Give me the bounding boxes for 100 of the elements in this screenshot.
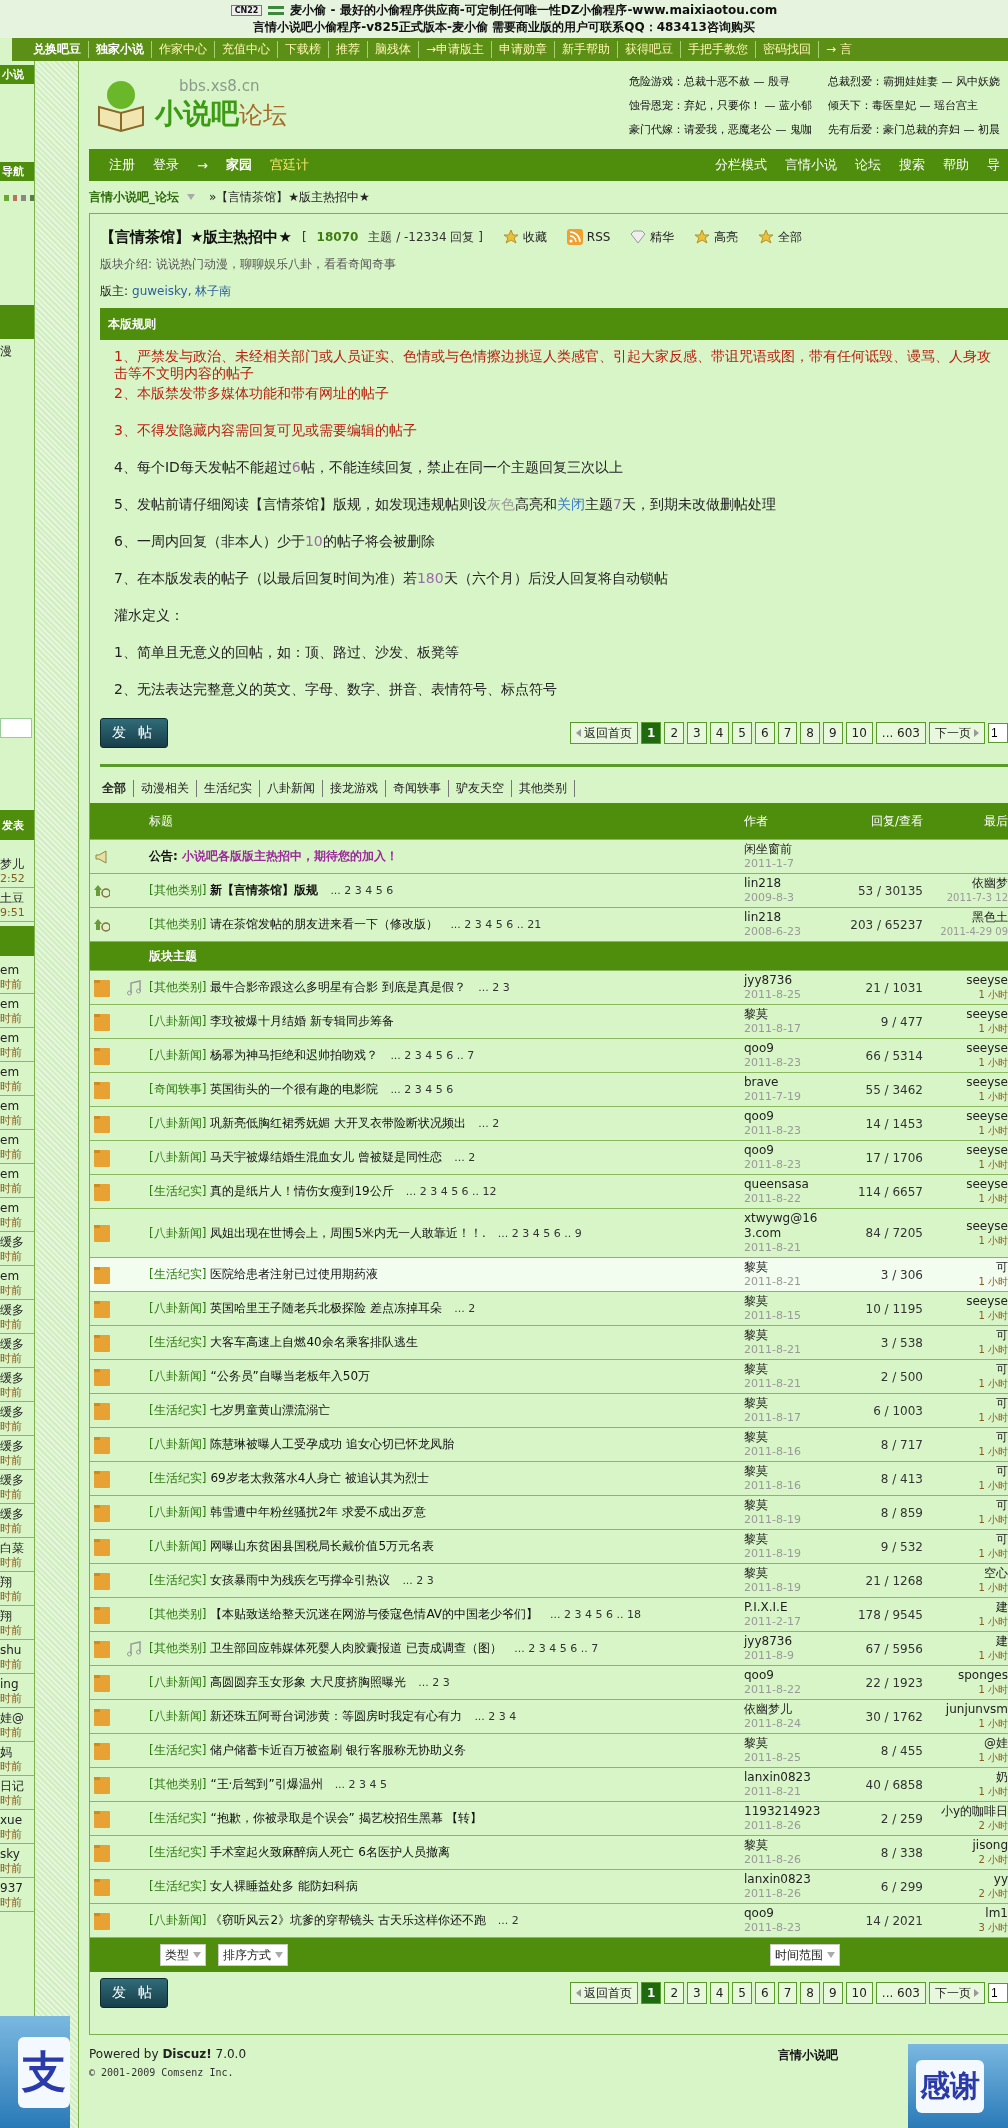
page-links[interactable]: ... 2 3 4 5 6 .. 7 [390,1049,475,1062]
page-link[interactable]: 10 [845,1982,873,2004]
thread-row[interactable]: [生活纪实] “抱歉，你被录取是个误会” 揭艺校招生黑幕 【转】 1193214923 2011-8-26 2 / 259 小y的咖啡日 2 小时 [90,1802,1008,1836]
sidebar-item-name[interactable]: em [0,1166,34,1182]
thread-row[interactable]: [八卦新闻] 英国哈里王子随老兵北极探险 差点冻掉耳朵 ... 2 黎莫 2011-8-15 10 / 1195 seeyse 1 小时 [90,1292,1008,1326]
category-link[interactable]: [八卦新闻] [149,1436,207,1453]
thread-title-link[interactable]: 卫生部回应韩媒体死婴人肉胶囊报道 已责成调查（图） [210,1640,503,1657]
category-link[interactable]: [八卦新闻] [149,1149,207,1166]
page-link[interactable]: 6 [755,1982,775,2004]
last-poster-link[interactable]: sponges [957,1668,1008,1683]
top-nav-link[interactable]: 脑残体 [367,41,418,58]
thread-title-link[interactable]: “抱歉，你被录取是个误会” 揭艺校招生黑幕 【转】 [210,1810,483,1827]
filter-dropdown[interactable]: 时间范围 [770,1944,840,1966]
sidebar-post-box[interactable]: 发表 [0,810,34,840]
last-poster-link[interactable]: 依幽梦 [972,876,1008,891]
page-link[interactable]: 3 [687,722,707,744]
promo-link[interactable]: 豪门代嫁：请爱我，恶魔老公 — 鬼咖 [629,121,812,137]
thread-row[interactable]: [八卦新闻] 李玟被爆十月结婚 新专辑同步筹备 黎莫 2011-8-17 9 / 477 seeyse 1 小时 [90,1005,1008,1039]
sidebar-item-name[interactable]: em [0,1064,34,1080]
back-home-link[interactable]: 返回首页 [570,722,639,744]
last-poster-link[interactable]: jisong [972,1838,1008,1853]
nav-link[interactable]: 注册 [109,156,135,174]
page-link[interactable]: 7 [777,722,798,744]
author-link[interactable]: P.I.X.I.E [744,1600,788,1615]
forum-action-link[interactable]: 收藏 [502,228,547,246]
promo-link[interactable]: 蚀骨恩宠：弃妃，只要你！ — 蓝小郁 [629,97,812,113]
forum-action-link[interactable]: 全部 [758,228,803,246]
category-link[interactable]: [八卦新闻] [149,1224,207,1242]
last-poster-link[interactable]: 建 [996,1600,1008,1615]
thread-row[interactable]: [生活纪实] 女人裸睡益处多 能防妇科病 lanxin0823 2011-8-26 6 / 299 yy 2 小时 [90,1870,1008,1904]
announcement-link[interactable]: 小说吧各版版主热招中，期待您的加入！ [181,848,398,865]
author-link[interactable]: 黎莫 [744,1498,768,1513]
top-nav-link[interactable]: 独家小说 [88,41,151,58]
author-link[interactable]: 黎莫 [744,1007,768,1022]
category-filter-tab[interactable]: 八卦新闻 [260,779,323,797]
page-link[interactable]: 4 [709,1982,730,2004]
thread-title-link[interactable]: 英国街头的一个很有趣的电影院 [210,1081,379,1098]
page-links[interactable]: ... 2 [454,1151,476,1164]
nav-link[interactable]: 论坛 [855,156,881,174]
last-poster-link[interactable]: 可 [996,1532,1008,1547]
next-page-link[interactable]: 下一页 [929,1982,985,2004]
author-link[interactable]: 黎莫 [744,1464,768,1479]
sidebar-item-name[interactable]: ing [0,1676,34,1692]
sidebar-item-name[interactable]: 娃@ [0,1710,34,1726]
thread-title-link[interactable]: 巩新亮低胸红裙秀妩媚 大开叉衣带险断状况频出 [210,1115,467,1132]
thread-title-link[interactable]: 英国哈里王子随老兵北极探险 差点冻掉耳朵 [210,1300,443,1317]
top-nav-link[interactable]: 作家中心 [151,41,214,58]
page-links[interactable]: ... 2 3 4 5 6 .. 7 [514,1642,599,1655]
page-links[interactable]: ... 2 [454,1302,476,1315]
color-swatch[interactable] [4,195,9,201]
top-nav-link[interactable]: 获得吧豆 [617,41,681,58]
thread-row[interactable]: [八卦新闻] 韩雪遭中年粉丝骚扰2年 求爱不成出歹意 黎莫 2011-8-19 8 / 859 可 1 小时 [90,1496,1008,1530]
last-poster-link[interactable]: seeyse [966,1075,1008,1090]
category-link[interactable]: [八卦新闻] [149,1013,207,1030]
category-link[interactable]: [八卦新闻] [149,1504,207,1521]
last-poster-link[interactable]: 可 [996,1430,1008,1445]
page-jump-field[interactable]: 1 [988,723,1008,743]
page-link[interactable]: 7 [777,1982,798,2004]
last-poster-link[interactable]: seeyse [966,1294,1008,1309]
nav-link[interactable]: 搜索 [899,156,925,174]
last-poster-link[interactable]: 可 [996,1396,1008,1411]
category-link[interactable]: [其他类别] [149,1776,207,1793]
last-poster-link[interactable]: @娃 [984,1736,1008,1751]
category-link[interactable]: [八卦新闻] [149,1115,207,1132]
thread-title-link[interactable]: 高圆圆弃玉女形象 大尺度挤胸照曝光 [210,1674,407,1691]
thread-row[interactable]: [其他类别] 【本贴致送给整天沉迷在网游与倭寇色情AV的中国老少爷们】 ... 2 3 4 5 6 .. 18 P.I.X.I.E 2011-2-17 178 / 9545 建 1 小时 [90,1598,1008,1632]
thread-title-link[interactable]: 七岁男童黄山漂流溺亡 [210,1402,331,1419]
page-link[interactable]: 10 [845,722,873,744]
sidebar-item-name[interactable]: em [0,1200,34,1216]
thread-row[interactable]: [生活纪实] 医院给患者注射已过使用期药液 黎莫 2011-8-21 3 / 306 可 1 小时 [90,1258,1008,1292]
category-link[interactable]: [八卦新闻] [149,1912,207,1929]
author-link[interactable]: qoo9 [744,1109,774,1124]
next-page-link[interactable]: 下一页 [929,722,985,744]
thread-title-link[interactable]: 最牛合影帝跟这么多明星有合影 到底是真是假？ [210,979,467,996]
page-link[interactable]: 9 [822,722,843,744]
nav-link[interactable]: 家园 [225,156,252,174]
page-link[interactable]: 1 [641,1982,662,2004]
nav-link[interactable]: 导 [987,156,1000,174]
category-link[interactable]: [生活纪实] [149,1334,207,1351]
last-poster-link[interactable]: 可 [996,1362,1008,1377]
category-link[interactable]: [其他类别] [149,979,207,996]
category-link[interactable]: [八卦新闻] [149,1674,207,1691]
last-poster-link[interactable]: 小y的咖啡日 [940,1804,1008,1819]
last-poster-link[interactable]: seeyse [966,1007,1008,1022]
category-link[interactable]: [奇闻轶事] [149,1081,207,1098]
last-poster-link[interactable]: seeyse [966,1143,1008,1158]
category-filter-tab[interactable]: 驴友天空 [449,779,512,797]
page-links[interactable]: ... 2 3 [402,1574,434,1587]
top-nav-link[interactable]: 下载榜 [277,41,328,58]
thread-title-link[interactable]: 杨幂为神马拒绝和迟帅拍吻戏？ [210,1047,379,1064]
breadcrumb-link[interactable]: 言情小说吧_论坛 [89,188,179,206]
page-link[interactable]: 6 [755,722,775,744]
category-link[interactable]: [生活纪实] [149,1844,207,1861]
author-link[interactable]: qoo9 [744,1906,774,1921]
page-link[interactable]: ... 603 [875,1982,926,2004]
forum-action-link[interactable]: RSS [566,229,611,245]
thread-row[interactable]: [生活纪实] 女孩暴雨中为残疾乞丐撑伞引热议 ... 2 3 黎莫 2011-8-19 21 / 1268 空心 1 小时 [90,1564,1008,1598]
sidebar-item-name[interactable]: em [0,962,34,978]
sidebar-item-name[interactable]: xue [0,1812,34,1828]
site-link[interactable]: 言情小说吧 [778,2047,838,2107]
